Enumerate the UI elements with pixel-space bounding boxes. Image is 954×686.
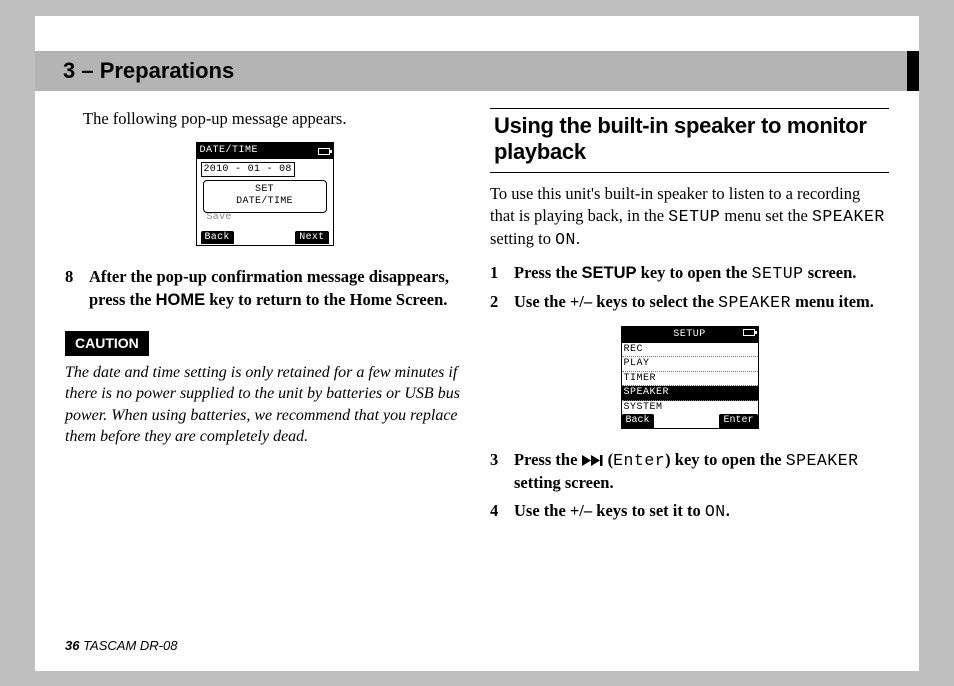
softkey-enter: Enter <box>719 414 757 428</box>
setup-key-label: SETUP <box>582 264 637 282</box>
menu-item-rec: REC <box>622 343 758 358</box>
caution-badge: CAUTION <box>65 331 149 356</box>
manual-page: 3 – Preparations The following pop-up me… <box>35 16 919 671</box>
step-text: Press the SETUP key to open the SETUP sc… <box>514 262 856 285</box>
step-4: 4 Use the +/– keys to set it to ON. <box>490 500 889 523</box>
lcd-titlebar: SETUP <box>622 327 758 343</box>
setup-menu-name: SETUP <box>668 207 720 226</box>
menu-item-speaker-selected: SPEAKER <box>622 386 758 401</box>
lcd-popup: SET DATE/TIME <box>203 180 327 213</box>
menu-item-system: SYSTEM <box>622 401 758 415</box>
enter-key-label: Enter <box>613 451 665 470</box>
step-8: 8 After the pop-up confirmation message … <box>65 266 464 311</box>
left-column: The following pop-up message appears. DA… <box>65 108 464 641</box>
chapter-header: 3 – Preparations <box>35 51 919 91</box>
step-3: 3 Press the (Enter) key to open the SPEA… <box>490 449 889 495</box>
section-heading: Using the built-in speaker to monitor pl… <box>490 108 889 173</box>
menu-item-play: PLAY <box>622 357 758 372</box>
lcd-popup-line2: DATE/TIME <box>204 196 326 208</box>
battery-icon <box>318 148 330 155</box>
lcd-titlebar: DATE/TIME <box>197 143 333 159</box>
lcd-softkeys: Back Next <box>201 231 329 245</box>
step-1: 1 Press the SETUP key to open the SETUP … <box>490 262 889 285</box>
softkey-back: Back <box>622 414 654 428</box>
lcd-popup-line1: SET <box>204 184 326 196</box>
page-number: 36 <box>65 638 79 653</box>
model-name: TASCAM DR-08 <box>79 638 177 653</box>
lcd-menu-list: REC PLAY TIMER SPEAKER SYSTEM <box>622 343 758 415</box>
lcd-frame: DATE/TIME 2010 - 01 - 08 SET DATE/TIME S… <box>196 142 334 246</box>
step-number: 1 <box>490 262 504 285</box>
lcd-title: DATE/TIME <box>200 144 259 158</box>
lcd-frame: SETUP REC PLAY TIMER SPEAKER SYSTEM Back… <box>621 326 759 429</box>
fast-forward-icon <box>582 455 604 466</box>
lcd-title: SETUP <box>673 328 706 342</box>
battery-icon <box>743 329 755 336</box>
lcd-body: 2010 - 01 - 08 SET DATE/TIME Save Back N… <box>197 159 333 246</box>
caution-text: The date and time setting is only retain… <box>65 362 464 448</box>
step-number: 8 <box>65 266 79 311</box>
page-footer: 36 TASCAM DR-08 <box>65 638 177 653</box>
step-number: 3 <box>490 449 504 495</box>
speaker-setting-name: SPEAKER <box>812 207 885 226</box>
step-text: Press the (Enter) key to open the SPEAKE… <box>514 449 889 495</box>
edge-tab-marker <box>907 51 919 91</box>
step-number: 2 <box>490 291 504 314</box>
home-key-label: HOME <box>156 291 206 309</box>
content-columns: The following pop-up message appears. DA… <box>65 108 889 641</box>
step-text: After the pop-up confirmation message di… <box>89 266 464 311</box>
lcd-behind-popup: Save <box>201 211 329 225</box>
section-intro: To use this unit's built-in speaker to l… <box>490 183 889 252</box>
step-text: Use the +/– keys to select the SPEAKER m… <box>514 291 874 314</box>
step-number: 4 <box>490 500 504 523</box>
step-text: Use the +/– keys to set it to ON. <box>514 500 730 523</box>
right-column: Using the built-in speaker to monitor pl… <box>490 108 889 641</box>
lcd-screenshot-datetime: DATE/TIME 2010 - 01 - 08 SET DATE/TIME S… <box>65 142 464 246</box>
lcd-softkeys: Back Enter <box>622 414 758 428</box>
menu-item-timer: TIMER <box>622 372 758 387</box>
popup-intro-text: The following pop-up message appears. <box>65 108 464 130</box>
softkey-next: Next <box>295 231 328 245</box>
on-value: ON <box>555 230 576 249</box>
lcd-date-field: 2010 - 01 - 08 <box>201 162 295 178</box>
softkey-back: Back <box>201 231 234 245</box>
step-2: 2 Use the +/– keys to select the SPEAKER… <box>490 291 889 314</box>
chapter-title: 3 – Preparations <box>63 58 234 84</box>
lcd-screenshot-setup: SETUP REC PLAY TIMER SPEAKER SYSTEM Back… <box>490 326 889 429</box>
